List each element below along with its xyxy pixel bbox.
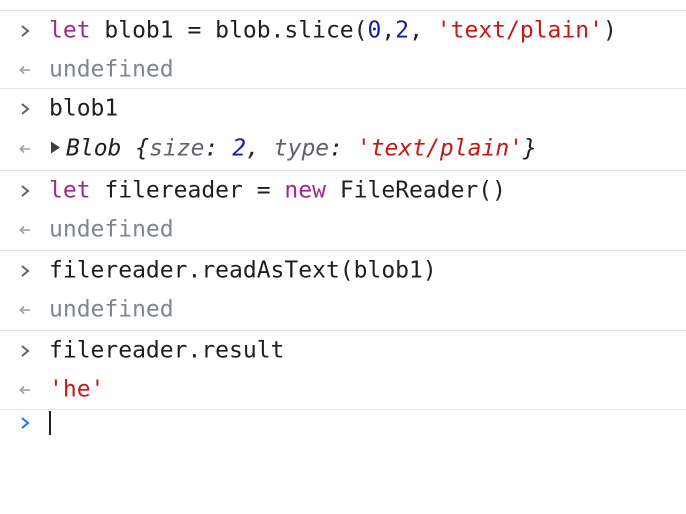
devtools-console: let blob1 = blob.slice(0,2, 'text/plain'…	[0, 0, 686, 436]
console-input-row[interactable]: blob1	[0, 89, 686, 129]
input-code: blob1	[49, 95, 119, 122]
console-output-row[interactable]: Blob {size: 2, type: 'text/plain'}	[0, 129, 686, 169]
input-code: let blob1 = blob.slice(0,2, 'text/plain'…	[49, 17, 617, 44]
input-code: let filereader = new FileReader()	[49, 177, 506, 204]
prompt-input[interactable]	[49, 411, 51, 435]
console-prompt[interactable]	[0, 410, 686, 436]
chevron-right-icon	[16, 342, 34, 360]
return-arrow-icon	[16, 301, 34, 319]
output-value: undefined	[49, 216, 174, 243]
console-input-row[interactable]: let blob1 = blob.slice(0,2, 'text/plain'…	[0, 11, 686, 51]
console-output-row: 'he'	[0, 371, 686, 409]
output-value: undefined	[49, 56, 174, 82]
chevron-right-icon	[16, 100, 34, 118]
console-input-row[interactable]: let filereader = new FileReader()	[0, 171, 686, 211]
input-code: filereader.result	[49, 337, 285, 364]
prompt-chevron-icon	[16, 414, 34, 432]
return-arrow-icon	[16, 140, 34, 158]
return-arrow-icon	[16, 61, 34, 79]
chevron-right-icon	[16, 22, 34, 40]
console-output-row: undefined	[0, 211, 686, 249]
console-output-row: undefined	[0, 291, 686, 329]
output-value: undefined	[49, 296, 174, 323]
chevron-right-icon	[16, 182, 34, 200]
clipped-previous-line	[0, 0, 686, 8]
return-arrow-icon	[16, 381, 34, 399]
output-string-value: 'he'	[49, 376, 105, 403]
text-caret	[49, 411, 51, 435]
console-output-row: undefined	[0, 51, 686, 88]
return-arrow-icon	[16, 221, 34, 239]
input-code: filereader.readAsText(blob1)	[49, 257, 437, 284]
console-input-row[interactable]: filereader.readAsText(blob1)	[0, 251, 686, 291]
chevron-right-icon	[16, 262, 34, 280]
disclosure-triangle-icon[interactable]	[51, 141, 60, 154]
console-input-row[interactable]: filereader.result	[0, 331, 686, 371]
object-preview[interactable]: Blob {size: 2, type: 'text/plain'}	[51, 137, 537, 161]
